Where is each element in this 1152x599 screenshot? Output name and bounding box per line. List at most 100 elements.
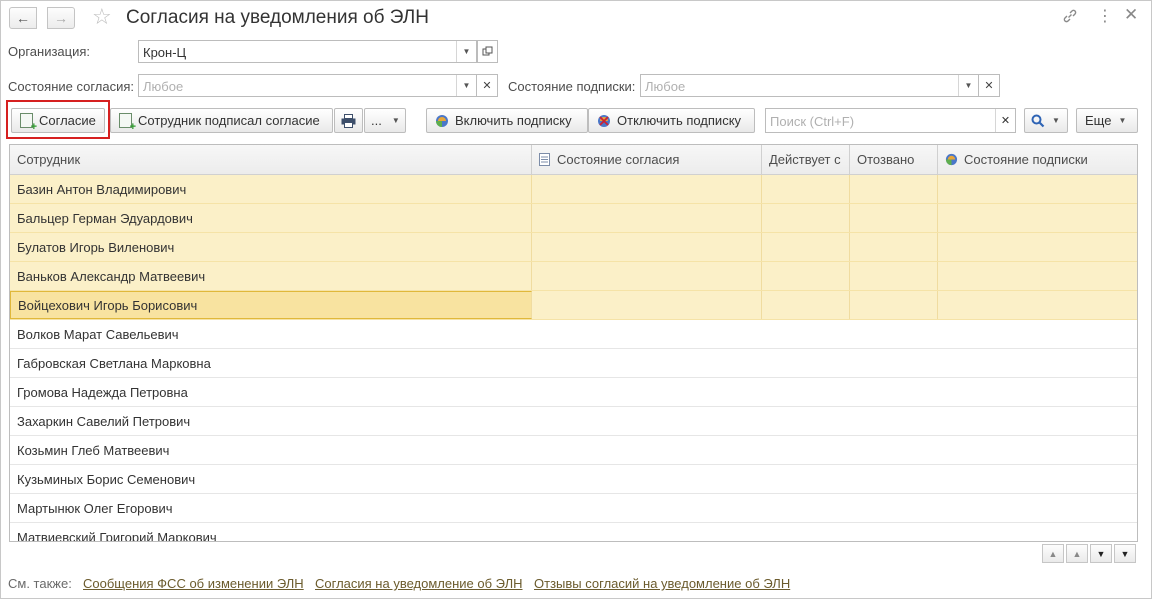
table-cell[interactable] xyxy=(850,523,938,541)
table-row[interactable]: Козьмин Глеб Матвеевич xyxy=(10,436,1137,465)
table-cell[interactable] xyxy=(850,233,938,261)
scroll-to-top-button[interactable]: ▲ xyxy=(1042,544,1064,563)
chevron-down-icon[interactable]: ▼ xyxy=(456,41,476,62)
scroll-up-button[interactable]: ▲ xyxy=(1066,544,1088,563)
open-org-button[interactable] xyxy=(477,40,498,63)
table-cell[interactable] xyxy=(938,291,1137,319)
table-cell[interactable] xyxy=(938,175,1137,203)
consent-state-field[interactable]: Любое ▼ xyxy=(138,74,477,97)
search-input[interactable]: Поиск (Ctrl+F) ✕ xyxy=(765,108,1016,133)
table-row[interactable]: Громова Надежда Петровна xyxy=(10,378,1137,407)
table-row[interactable]: Бальцер Герман Эдуардович xyxy=(10,204,1137,233)
employee-name-cell[interactable]: Волков Марат Савельевич xyxy=(10,320,532,348)
table-row[interactable]: Габровская Светлана Марковна xyxy=(10,349,1137,378)
column-header-subscription-state[interactable]: Состояние подписки xyxy=(938,145,1137,174)
table-row[interactable]: Волков Марат Савельевич xyxy=(10,320,1137,349)
employee-signed-button[interactable]: Сотрудник подписал согласие xyxy=(110,108,333,133)
link-icon[interactable] xyxy=(1062,8,1078,28)
menu-dots-icon[interactable]: ⋮ xyxy=(1097,6,1113,26)
table-cell[interactable] xyxy=(938,233,1137,261)
table-cell[interactable] xyxy=(762,349,850,377)
employee-name-cell[interactable]: Козьмин Глеб Матвеевич xyxy=(10,436,532,464)
clear-subscription-state-button[interactable]: ✕ xyxy=(979,74,1000,97)
consent-button[interactable]: Согласие xyxy=(11,108,105,133)
column-header-employee[interactable]: Сотрудник xyxy=(10,145,532,174)
employee-name-cell[interactable]: Ваньков Александр Матвеевич xyxy=(10,262,532,290)
link-fss-messages[interactable]: Сообщения ФСС об изменении ЭЛН xyxy=(83,576,304,591)
table-cell[interactable] xyxy=(762,523,850,541)
table-cell[interactable] xyxy=(762,233,850,261)
close-icon[interactable]: ✕ xyxy=(1124,5,1138,25)
scroll-to-bottom-button[interactable]: ▼ xyxy=(1114,544,1136,563)
employee-name-cell[interactable]: Мартынюк Олег Егорович xyxy=(10,494,532,522)
table-cell[interactable] xyxy=(850,204,938,232)
table-cell[interactable] xyxy=(762,204,850,232)
table-row[interactable]: Войцехович Игорь Борисович xyxy=(10,291,1137,320)
link-consent-revocations[interactable]: Отзывы согласий на уведомление об ЭЛН xyxy=(534,576,790,591)
table-cell[interactable] xyxy=(938,523,1137,541)
table-cell[interactable] xyxy=(938,320,1137,348)
table-cell[interactable] xyxy=(532,175,762,203)
table-cell[interactable] xyxy=(762,436,850,464)
table-cell[interactable] xyxy=(762,175,850,203)
subscription-state-field[interactable]: Любое ▼ xyxy=(640,74,979,97)
forward-button[interactable]: → xyxy=(47,7,75,29)
table-cell[interactable] xyxy=(532,233,762,261)
chevron-down-icon[interactable]: ▼ xyxy=(958,75,978,96)
more-print-button[interactable]: ... ▼ xyxy=(364,108,406,133)
table-cell[interactable] xyxy=(850,465,938,493)
table-cell[interactable] xyxy=(762,378,850,406)
employee-name-cell[interactable]: Захаркин Савелий Петрович xyxy=(10,407,532,435)
table-cell[interactable] xyxy=(532,349,762,377)
table-cell[interactable] xyxy=(938,436,1137,464)
table-cell[interactable] xyxy=(532,407,762,435)
table-cell[interactable] xyxy=(938,204,1137,232)
disable-subscription-button[interactable]: Отключить подписку xyxy=(588,108,755,133)
column-header-consent-state[interactable]: Состояние согласия xyxy=(532,145,762,174)
table-cell[interactable] xyxy=(762,465,850,493)
table-row[interactable]: Мартынюк Олег Егорович xyxy=(10,494,1137,523)
table-cell[interactable] xyxy=(850,349,938,377)
employee-name-cell[interactable]: Кузьминых Борис Семенович xyxy=(10,465,532,493)
org-field[interactable]: Крон-Ц ▼ xyxy=(138,40,477,63)
table-cell[interactable] xyxy=(938,349,1137,377)
table-cell[interactable] xyxy=(532,262,762,290)
table-row[interactable]: Ваньков Александр Матвеевич xyxy=(10,262,1137,291)
table-cell[interactable] xyxy=(850,320,938,348)
table-cell[interactable] xyxy=(762,262,850,290)
table-row[interactable]: Булатов Игорь Виленович xyxy=(10,233,1137,262)
table-cell[interactable] xyxy=(850,436,938,464)
table-cell[interactable] xyxy=(532,291,762,319)
search-button[interactable]: ▼ xyxy=(1024,108,1068,133)
table-cell[interactable] xyxy=(938,465,1137,493)
table-cell[interactable] xyxy=(532,494,762,522)
table-cell[interactable] xyxy=(532,436,762,464)
favorite-star-icon[interactable]: ☆ xyxy=(92,4,112,30)
more-button[interactable]: Еще ▼ xyxy=(1076,108,1138,133)
table-cell[interactable] xyxy=(762,407,850,435)
table-cell[interactable] xyxy=(532,204,762,232)
table-cell[interactable] xyxy=(850,291,938,319)
employee-name-cell[interactable]: Бальцер Герман Эдуардович xyxy=(10,204,532,232)
table-cell[interactable] xyxy=(762,320,850,348)
table-cell[interactable] xyxy=(532,523,762,541)
table-cell[interactable] xyxy=(850,262,938,290)
table-cell[interactable] xyxy=(850,378,938,406)
clear-search-button[interactable]: ✕ xyxy=(995,109,1015,132)
table-cell[interactable] xyxy=(938,262,1137,290)
enable-subscription-button[interactable]: Включить подписку xyxy=(426,108,588,133)
employee-name-cell[interactable]: Базин Антон Владимирович xyxy=(10,175,532,203)
print-button[interactable] xyxy=(334,108,363,133)
table-cell[interactable] xyxy=(850,494,938,522)
table-row[interactable]: Матвиевский Григорий Маркович xyxy=(10,523,1137,542)
employee-name-cell[interactable]: Габровская Светлана Марковна xyxy=(10,349,532,377)
table-cell[interactable] xyxy=(938,378,1137,406)
column-header-revoked[interactable]: Отозвано xyxy=(850,145,938,174)
column-header-valid-from[interactable]: Действует с xyxy=(762,145,850,174)
employee-name-cell[interactable]: Войцехович Игорь Борисович xyxy=(10,291,532,319)
table-cell[interactable] xyxy=(532,378,762,406)
table-cell[interactable] xyxy=(938,407,1137,435)
chevron-down-icon[interactable]: ▼ xyxy=(456,75,476,96)
table-cell[interactable] xyxy=(762,291,850,319)
table-cell[interactable] xyxy=(850,407,938,435)
